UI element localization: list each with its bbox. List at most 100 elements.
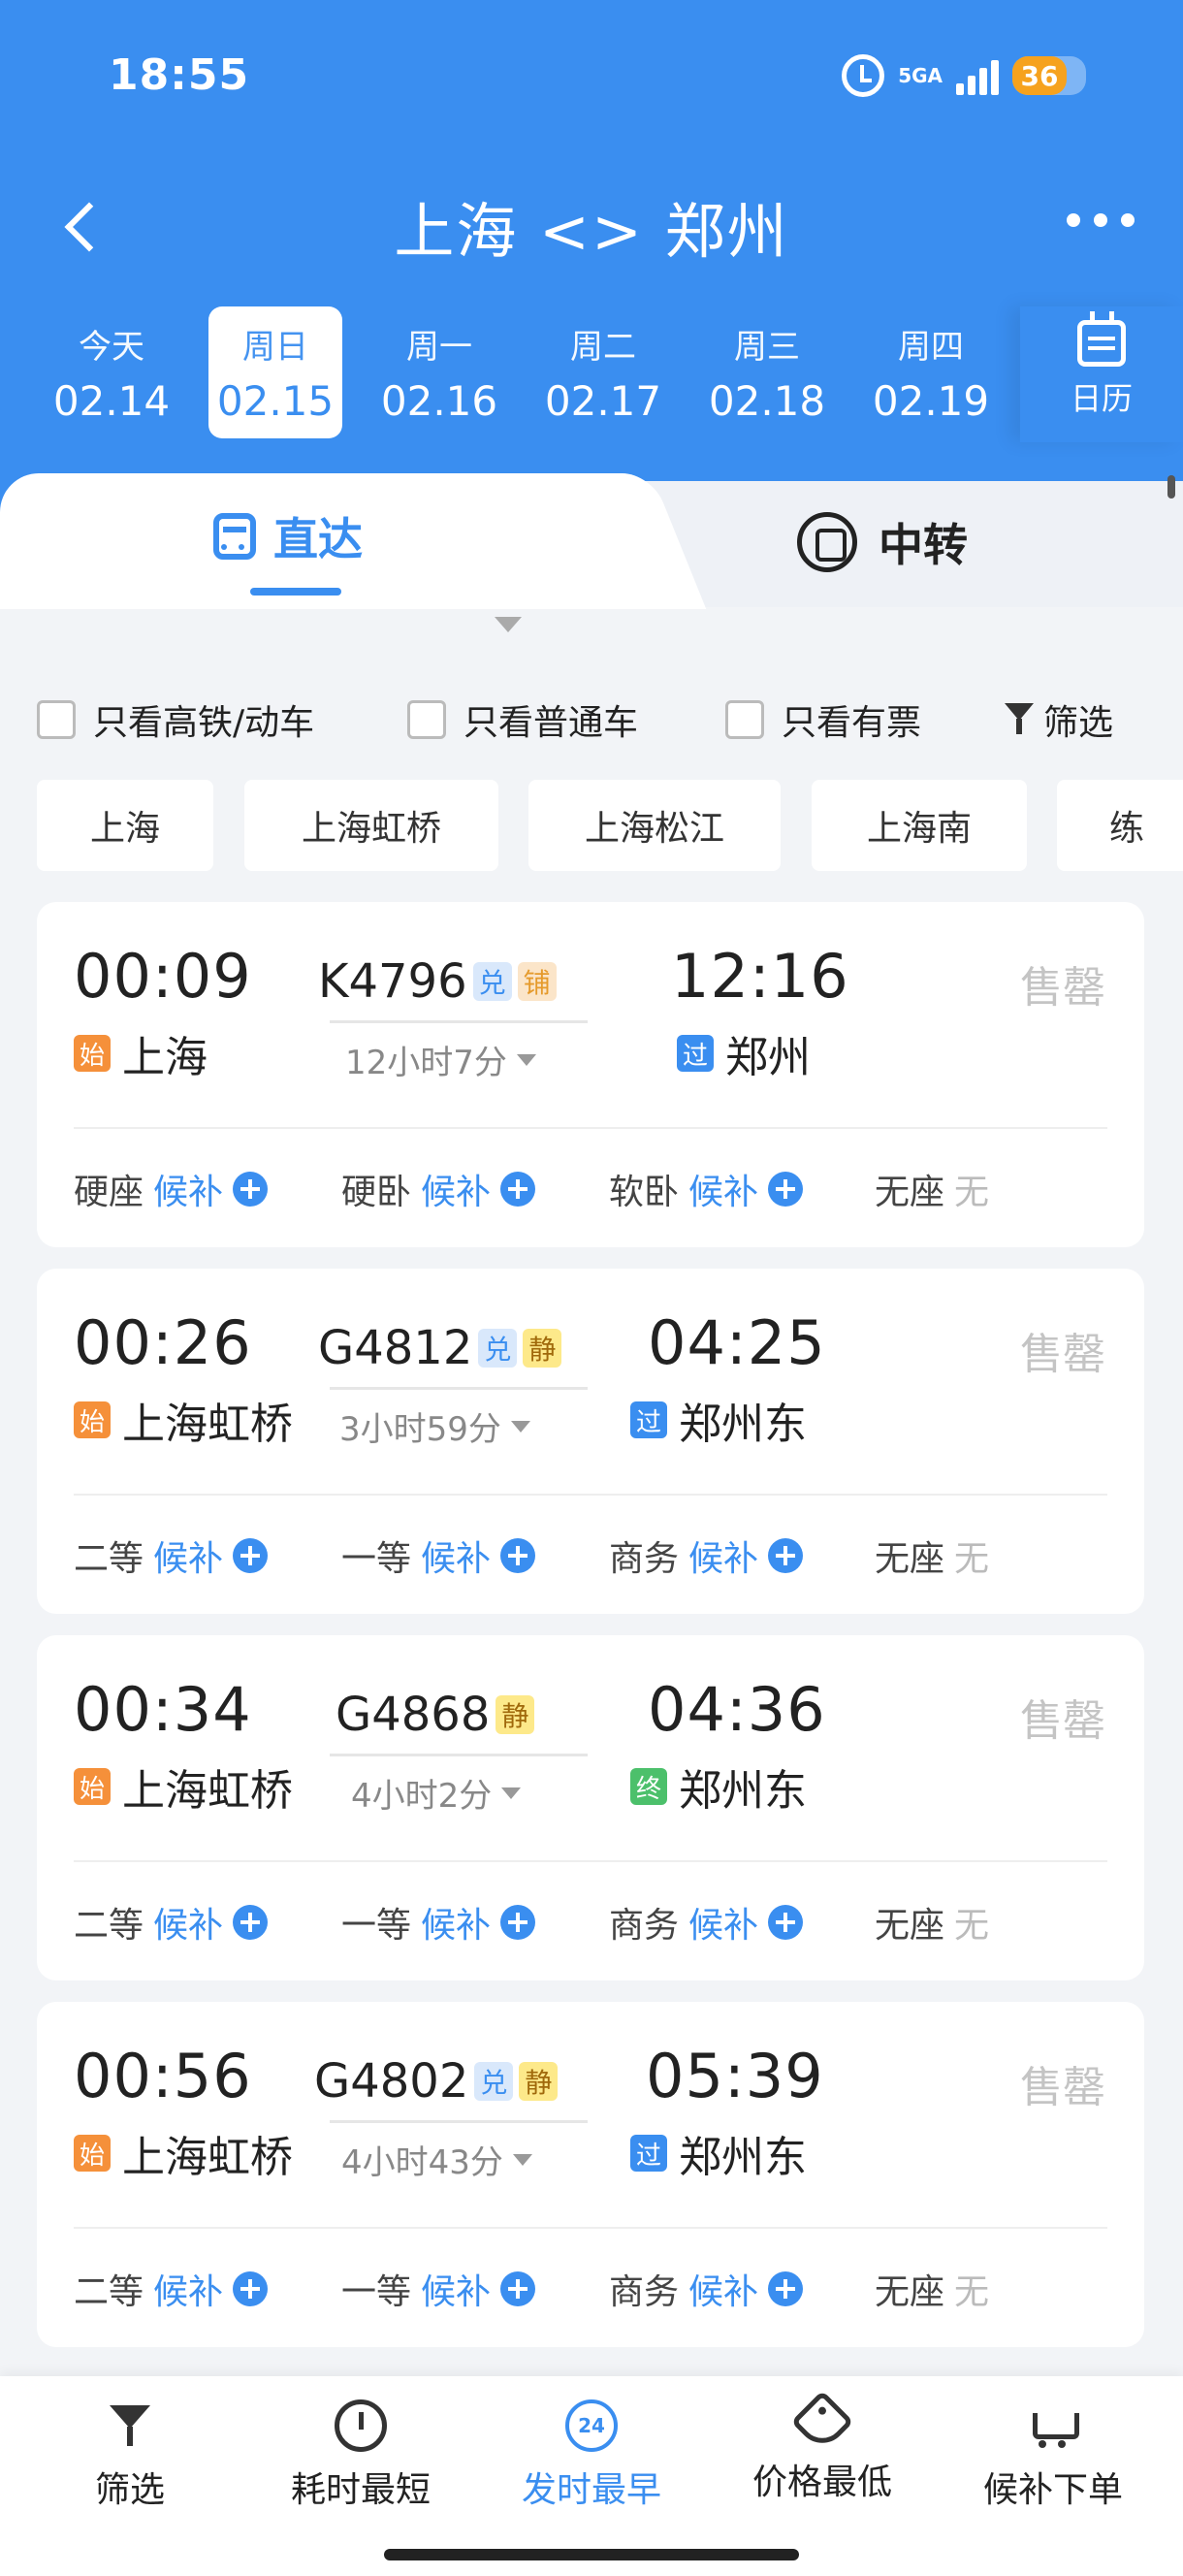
pass-tag: 过 <box>630 1401 667 1438</box>
duration[interactable]: 12小时7分 <box>345 1036 536 1083</box>
seat-option[interactable]: 硬卧 候补 <box>341 1164 536 1214</box>
seat-option[interactable]: 商务 候补 <box>609 1530 804 1581</box>
bottom-label: 筛选 <box>94 2470 165 2510</box>
seat-option[interactable]: 二等 候补 <box>74 1530 269 1581</box>
filter-button[interactable]: 筛选 <box>1005 694 1113 745</box>
sold-out-label: 售罄 <box>1020 1330 1105 1379</box>
seat-state: 候补 <box>688 1539 759 1579</box>
home-indicator[interactable] <box>384 2549 799 2560</box>
station-chip[interactable]: 练 <box>1057 780 1183 871</box>
seat-option[interactable]: 二等 候补 <box>74 1897 269 1948</box>
filter-button-label: 筛选 <box>1043 703 1114 743</box>
sort-shortest-duration[interactable]: 耗时最短 <box>244 2399 477 2512</box>
seat-name: 硬卧 <box>341 1173 412 1212</box>
train-number: K4796 兑 铺 <box>318 954 557 1009</box>
date-item[interactable]: 周四 02.19 <box>864 306 998 438</box>
more-icon[interactable] <box>1067 213 1135 227</box>
train-card[interactable]: 00:56 G4802 兑 静 4小时43分 05:39 始 上海虹桥 过 郑州… <box>37 2002 1144 2347</box>
train-card[interactable]: 00:34 G4868 静 4小时2分 04:36 始 上海虹桥 终 郑州东 售… <box>37 1635 1144 1980</box>
sort-earliest-departure[interactable]: 24 发时最早 <box>475 2399 708 2512</box>
seat-option[interactable]: 一等 候补 <box>341 1530 536 1581</box>
nav-bar: 上海 <> 郑州 <box>0 175 1183 272</box>
seat-name: 二等 <box>74 2272 144 2312</box>
seat-state: 候补 <box>421 2272 492 2312</box>
date-item[interactable]: 今天 02.14 <box>45 306 178 438</box>
date-item[interactable]: 周一 02.16 <box>372 306 506 438</box>
funnel-icon <box>104 2399 156 2452</box>
filter-available[interactable]: 只看有票 <box>725 694 921 745</box>
bottom-label: 候补下单 <box>982 2470 1123 2510</box>
station-chip[interactable]: 上海南 <box>812 780 1027 871</box>
filter-label: 只看有票 <box>782 703 922 743</box>
header: 18:55 5GA 36 上海 <> 郑州 今天 02.14 周日 02.15 <box>0 0 1183 543</box>
sold-out-label: 售罄 <box>1020 1696 1105 1746</box>
chevron-down-icon[interactable] <box>495 617 522 632</box>
duration[interactable]: 4小时43分 <box>341 2136 532 2183</box>
scrollbar[interactable] <box>1167 475 1175 499</box>
calendar-label: 日历 <box>1070 380 1133 417</box>
departure-time: 00:09 <box>74 941 252 1012</box>
bottom-label: 价格最低 <box>751 2463 892 2502</box>
train-number: G4802 兑 静 <box>314 2054 559 2109</box>
waitlist-order[interactable]: 候补下单 <box>937 2399 1169 2512</box>
seat-option: 无座 无 <box>875 2264 989 2314</box>
station-chip[interactable]: 上海虹桥 <box>244 780 498 871</box>
checkbox[interactable] <box>407 700 446 739</box>
filter-tab[interactable]: 筛选 <box>14 2399 246 2512</box>
sort-lowest-price[interactable]: 价格最低 <box>706 2390 939 2504</box>
seat-option[interactable]: 商务 候补 <box>609 2264 804 2314</box>
departure-station-name: 上海虹桥 <box>122 1766 293 1816</box>
calendar-icon <box>1077 311 1126 367</box>
departure-time: 00:34 <box>74 1674 252 1745</box>
station-chips: 上海 上海虹桥 上海松江 上海南 练 <box>0 780 1183 871</box>
seat-name: 无座 <box>875 1173 945 1212</box>
train-card[interactable]: 00:09 K4796 兑 铺 12小时7分 12:16 始 上海 过 郑州 售… <box>37 902 1144 1247</box>
tab-direct[interactable]: 直达 <box>213 504 363 568</box>
plus-icon <box>500 1905 536 1940</box>
tab-transfer-label: 中转 <box>879 519 968 571</box>
caret-down-icon <box>512 2153 532 2166</box>
sleeper-badge: 铺 <box>517 962 557 1001</box>
seat-option[interactable]: 二等 候补 <box>74 2264 269 2314</box>
checkbox[interactable] <box>37 700 76 739</box>
station-chip[interactable]: 上海 <box>37 780 213 871</box>
sold-out-label: 售罄 <box>1020 963 1105 1013</box>
date-value: 02.19 <box>872 377 990 425</box>
arrival-station-name: 郑州东 <box>679 1400 807 1449</box>
station-chip[interactable]: 上海松江 <box>528 780 781 871</box>
date-item[interactable]: 周二 02.17 <box>536 306 670 438</box>
tab-transfer[interactable]: 中转 <box>797 510 968 574</box>
seat-option[interactable]: 硬座 候补 <box>74 1164 269 1214</box>
plus-icon <box>500 1538 536 1573</box>
seat-option[interactable]: 软卧 候补 <box>609 1164 804 1214</box>
plus-icon <box>233 1172 269 1207</box>
divider <box>74 2227 1107 2229</box>
date-item-selected[interactable]: 周日 02.15 <box>208 306 342 438</box>
train-card[interactable]: 00:26 G4812 兑 静 3小时59分 04:25 始 上海虹桥 过 郑州… <box>37 1269 1144 1614</box>
date-weekday: 周二 <box>570 328 636 367</box>
seat-state: 候补 <box>421 1539 492 1579</box>
plus-icon <box>768 1538 804 1573</box>
duration-line <box>330 1387 588 1390</box>
seat-option[interactable]: 一等 候补 <box>341 2264 536 2314</box>
duration-line <box>330 2120 588 2123</box>
quiet-badge: 静 <box>519 2062 559 2101</box>
arrival-time: 05:39 <box>646 2041 824 2111</box>
calendar-button[interactable]: 日历 <box>1020 306 1183 442</box>
checkbox[interactable] <box>725 700 764 739</box>
seat-name: 二等 <box>74 1906 144 1946</box>
duration[interactable]: 4小时2分 <box>351 1769 522 1817</box>
departure-station: 始 上海虹桥 <box>74 2122 293 2184</box>
date-value: 02.14 <box>52 377 171 425</box>
date-item[interactable]: 周三 02.18 <box>700 306 834 438</box>
seat-option[interactable]: 一等 候补 <box>341 1897 536 1948</box>
seat-option[interactable]: 商务 候补 <box>609 1897 804 1948</box>
date-value: 02.15 <box>216 377 335 425</box>
date-weekday: 周日 <box>242 328 308 367</box>
seat-name: 一等 <box>341 2272 412 2312</box>
filter-high-speed[interactable]: 只看高铁/动车 <box>37 694 314 745</box>
arrival-time: 12:16 <box>671 941 849 1012</box>
filter-regular[interactable]: 只看普通车 <box>407 694 638 745</box>
duration[interactable]: 3小时59分 <box>339 1402 530 1450</box>
seat-state: 候补 <box>153 1539 224 1579</box>
